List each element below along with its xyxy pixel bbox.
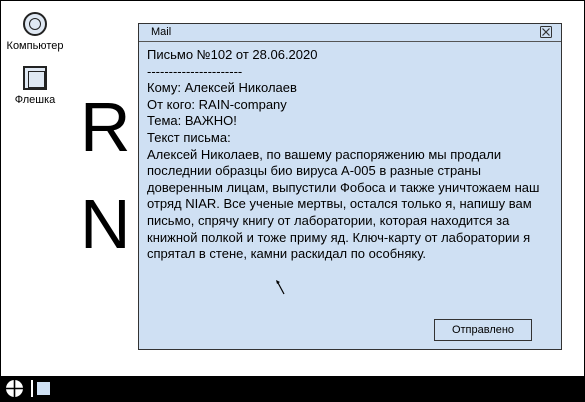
mail-separator: ---------------------- <box>147 63 243 79</box>
mail-from: От кого: RAIN-company <box>147 96 287 112</box>
mouse-cursor-icon <box>276 280 285 295</box>
window-title: Mail <box>151 26 172 38</box>
background-letter-r: R <box>80 88 131 166</box>
mail-window-icon[interactable] <box>37 382 50 395</box>
start-crosshair-icon[interactable] <box>5 379 24 398</box>
mail-text-label: Текст письма: <box>147 129 231 145</box>
desktop-icon-computer[interactable]: Компьютер <box>3 12 67 52</box>
background-letter-n: N <box>80 185 131 263</box>
desktop-icon-flash-drive[interactable]: Флешка <box>9 66 61 106</box>
sent-status-button[interactable]: Отправлено <box>434 319 532 341</box>
desktop: Компьютер Флешка R N Mail Письмо №102 от… <box>0 0 585 402</box>
mail-window: Mail Письмо №102 от 28.06.2020 ---------… <box>138 23 562 350</box>
desktop-icon-label: Флешка <box>14 94 56 106</box>
flash-drive-icon <box>23 66 47 90</box>
window-titlebar[interactable]: Mail <box>139 24 561 42</box>
mail-text-body: Алексей Николаев, по вашему распоряжению… <box>147 146 540 262</box>
mail-body: Письмо №102 от 28.06.2020 --------------… <box>139 42 561 263</box>
taskbar-divider <box>31 380 33 397</box>
taskbar <box>1 376 584 401</box>
computer-icon <box>23 12 47 36</box>
mail-header-subject-line: Письмо №102 от 28.06.2020 <box>147 47 318 62</box>
close-icon[interactable] <box>540 26 552 38</box>
desktop-icon-label: Компьютер <box>6 40 64 52</box>
mail-to: Кому: Алексей Николаев <box>147 80 297 96</box>
mail-topic: Тема: ВАЖНО! <box>147 113 237 129</box>
